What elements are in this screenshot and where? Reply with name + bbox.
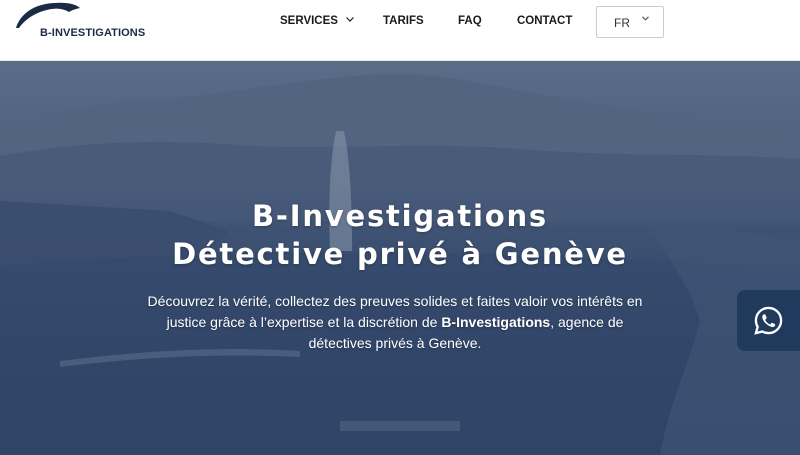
nav-contact[interactable]: CONTACT [517,15,572,27]
whale-logo-icon [16,2,80,28]
hero-desc-brand: B-Investigations [441,314,551,330]
brand-name: B-INVESTIGATIONS [40,27,146,39]
nav-services[interactable]: SERVICES [280,15,355,27]
hero-title: B-Investigations Détective privé à Genèv… [0,197,800,273]
nav-tarifs[interactable]: TARIFS [383,15,424,27]
whatsapp-button[interactable] [737,290,800,351]
nav-services-label: SERVICES [280,15,338,27]
hero-description: Découvrez la vérité, collectez des preuv… [145,291,645,354]
hero-title-line2: Détective privé à Genève [172,237,628,271]
logo[interactable]: B-INVESTIGATIONS [14,0,146,44]
site-header: B-INVESTIGATIONS SERVICES TARIFS FAQ CON… [0,0,800,61]
language-value: FR [614,16,630,30]
nav-faq[interactable]: FAQ [458,15,482,27]
whatsapp-icon [754,306,783,335]
hero-title-line1: B-Investigations [252,199,548,233]
hero-section: B-Investigations Détective privé à Genèv… [0,61,800,455]
language-select[interactable]: FR [596,6,664,38]
chevron-down-icon [642,16,649,21]
chevron-down-icon [346,17,355,22]
